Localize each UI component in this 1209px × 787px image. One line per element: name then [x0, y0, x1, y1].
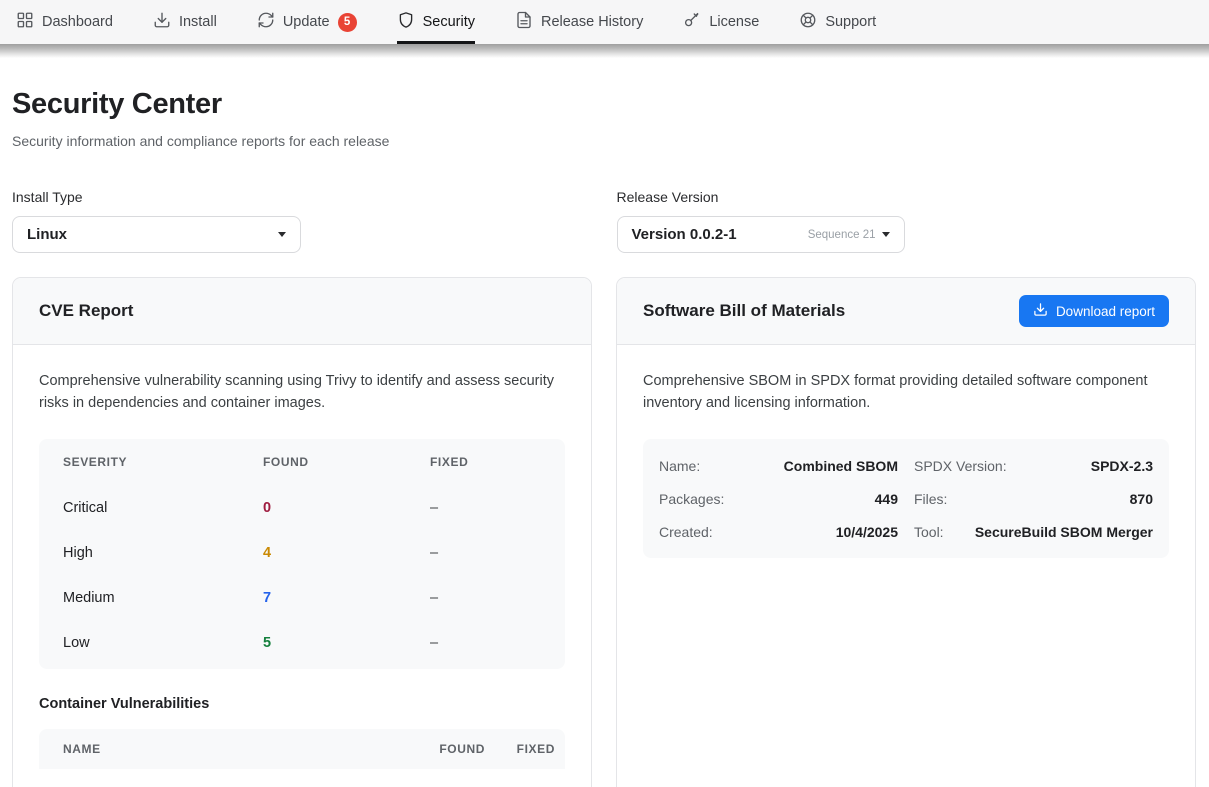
list-item: Created: 10/4/2025 [659, 515, 898, 548]
column-header-fixed: FIXED [485, 742, 555, 756]
table-row: High 4 – [39, 530, 565, 575]
found-count: 0 [263, 500, 430, 516]
nav-item-security[interactable]: Security [397, 0, 475, 44]
sbom-info-value: SPDX-2.3 [1091, 458, 1153, 474]
update-count-badge: 5 [338, 13, 357, 32]
chevron-down-icon [278, 232, 286, 237]
cve-report-title: CVE Report [39, 301, 133, 321]
sbom-body: Comprehensive SBOM in SPDX format provid… [617, 345, 1195, 584]
cve-report-body: Comprehensive vulnerability scanning usi… [13, 345, 591, 787]
release-version-label: Release Version [617, 189, 1197, 205]
sbom-info-label: Name: [659, 458, 700, 474]
release-version-group: Release Version Version 0.0.2-1 Sequence… [617, 189, 1197, 253]
sbom-info-label: Tool: [914, 524, 944, 540]
sbom-info-label: SPDX Version: [914, 458, 1007, 474]
top-navigation: Dashboard Install Update 5 Security Rele… [0, 0, 1209, 44]
nav-item-install[interactable]: Install [153, 0, 217, 44]
column-header-found: FOUND [399, 742, 485, 756]
main-content: Security Center Security information and… [0, 88, 1209, 787]
list-item: SPDX Version: SPDX-2.3 [914, 449, 1153, 482]
found-count: 7 [263, 590, 430, 606]
cards-row: CVE Report Comprehensive vulnerability s… [12, 277, 1196, 787]
fixed-count: – [430, 500, 541, 516]
cve-report-card: CVE Report Comprehensive vulnerability s… [12, 277, 592, 787]
chevron-down-icon [882, 232, 890, 237]
found-count: 4 [263, 545, 430, 561]
install-type-label: Install Type [12, 189, 592, 205]
nav-item-update[interactable]: Update 5 [257, 0, 357, 44]
sbom-info-value: 449 [875, 491, 898, 507]
sbom-description: Comprehensive SBOM in SPDX format provid… [643, 371, 1169, 414]
nav-item-license[interactable]: License [683, 0, 759, 44]
dashboard-grid-icon [16, 11, 34, 33]
list-item: Tool: SecureBuild SBOM Merger [914, 515, 1153, 548]
severity-table: SEVERITY FOUND FIXED Critical 0 – High 4… [39, 439, 565, 669]
sbom-info-value: Combined SBOM [784, 458, 898, 474]
release-version-select[interactable]: Version 0.0.2-1 Sequence 21 [617, 216, 905, 253]
column-header-severity: SEVERITY [63, 455, 263, 469]
page-subtitle: Security information and compliance repo… [12, 133, 1196, 149]
severity-table-header: SEVERITY FOUND FIXED [39, 439, 565, 485]
severity-label: Critical [63, 500, 263, 516]
sbom-title: Software Bill of Materials [643, 301, 845, 321]
list-item: Name: Combined SBOM [659, 449, 898, 482]
sbom-info-label: Packages: [659, 491, 724, 507]
sbom-info-value: 10/4/2025 [836, 524, 898, 540]
download-icon [153, 11, 171, 33]
sbom-info-value: 870 [1130, 491, 1153, 507]
refresh-icon [257, 11, 275, 33]
install-type-value: Linux [27, 226, 67, 243]
nav-item-release-history[interactable]: Release History [515, 0, 643, 44]
list-item: Packages: 449 [659, 482, 898, 515]
list-item: Files: 870 [914, 482, 1153, 515]
sbom-info-grid: Name: Combined SBOM SPDX Version: SPDX-2… [643, 439, 1169, 558]
column-header-fixed: FIXED [430, 455, 541, 469]
container-vulnerabilities-title: Container Vulnerabilities [39, 696, 565, 712]
nav-label: Release History [541, 14, 643, 30]
download-icon [1033, 302, 1048, 320]
sbom-card: Software Bill of Materials Download repo… [616, 277, 1196, 787]
nav-label: Install [179, 14, 217, 30]
nav-label: Update [283, 14, 330, 30]
install-type-select[interactable]: Linux [12, 216, 301, 253]
sbom-info-label: Created: [659, 524, 713, 540]
fixed-count: – [430, 635, 541, 651]
sbom-info-label: Files: [914, 491, 947, 507]
column-header-name: NAME [63, 742, 399, 756]
key-icon [683, 11, 701, 33]
nav-item-support[interactable]: Support [799, 0, 876, 44]
table-row: Critical 0 – [39, 485, 565, 530]
nav-label: Support [825, 14, 876, 30]
page-title: Security Center [12, 88, 1196, 121]
release-version-value: Version 0.0.2-1 [632, 226, 737, 243]
fixed-count: – [430, 545, 541, 561]
install-type-group: Install Type Linux [12, 189, 592, 253]
nav-item-dashboard[interactable]: Dashboard [16, 0, 113, 44]
severity-label: Low [63, 635, 263, 651]
sbom-header: Software Bill of Materials Download repo… [617, 278, 1195, 345]
lifebuoy-icon [799, 11, 817, 33]
cve-report-description: Comprehensive vulnerability scanning usi… [39, 371, 565, 414]
found-count: 5 [263, 635, 430, 651]
filters-row: Install Type Linux Release Version Versi… [12, 189, 1196, 253]
nav-label: Dashboard [42, 14, 113, 30]
download-report-label: Download report [1056, 304, 1155, 319]
shield-icon [397, 11, 415, 33]
severity-label: High [63, 545, 263, 561]
document-icon [515, 11, 533, 33]
download-report-button[interactable]: Download report [1019, 295, 1169, 327]
fixed-count: – [430, 590, 541, 606]
container-table-header: NAME FOUND FIXED [39, 729, 565, 769]
table-row: Low 5 – [39, 620, 565, 665]
sbom-info-value: SecureBuild SBOM Merger [975, 524, 1153, 540]
severity-label: Medium [63, 590, 263, 606]
table-row: Medium 7 – [39, 575, 565, 620]
cve-report-header: CVE Report [13, 278, 591, 345]
release-sequence-label: Sequence 21 [808, 229, 876, 241]
nav-label: License [709, 14, 759, 30]
column-header-found: FOUND [263, 455, 430, 469]
nav-label: Security [423, 14, 475, 30]
nav-scroll-shadow [0, 44, 1209, 58]
